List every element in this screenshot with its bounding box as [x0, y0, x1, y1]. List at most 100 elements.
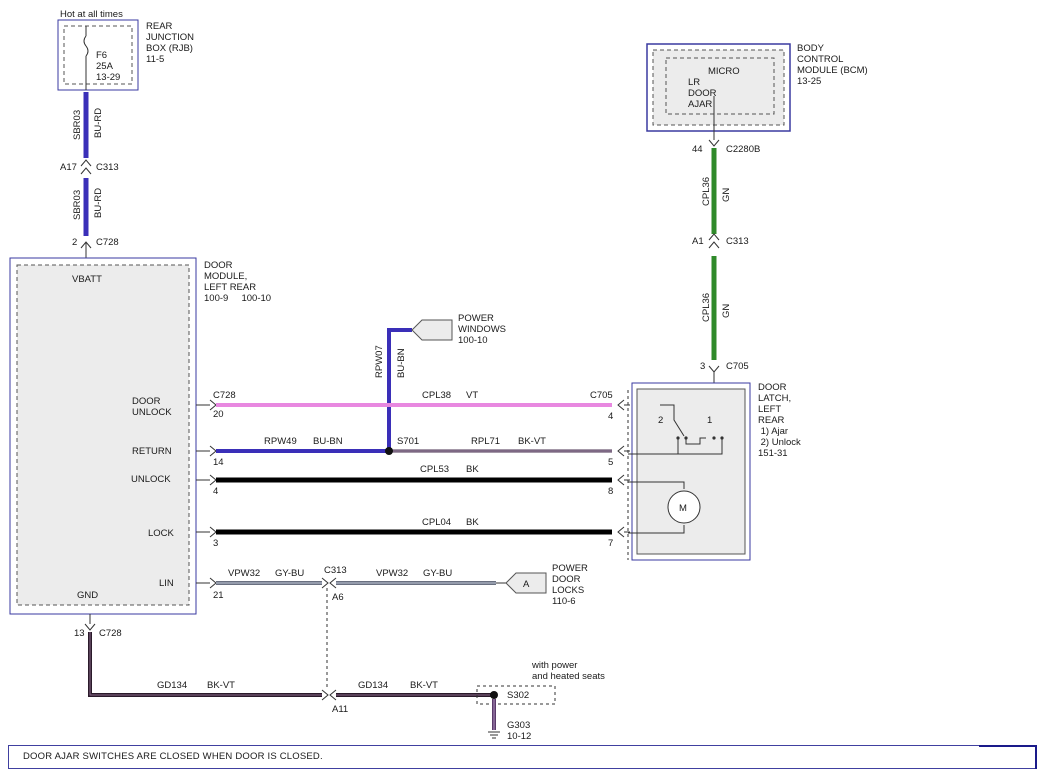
reference-tag-icon	[411, 319, 453, 341]
power-windows-name: 100-10	[458, 335, 488, 346]
ground-symbol-icon	[488, 731, 500, 739]
pin-label: 20	[213, 409, 224, 420]
wire-color-label: BK-VT	[410, 680, 438, 691]
rjb-name-line: JUNCTION	[146, 32, 194, 43]
pin-label: 5	[608, 457, 613, 468]
pin-name: LOCK	[148, 528, 175, 539]
wire-circuit-label: VPW32	[228, 568, 260, 579]
pin-label: 3	[700, 361, 705, 372]
fuse-rating: 25A	[96, 61, 114, 72]
pin-name: UNLOCK	[132, 407, 172, 418]
power-windows-name: WINDOWS	[458, 324, 506, 335]
switch-label: 1	[707, 415, 712, 426]
wire-circuit-label: GD134	[358, 680, 388, 691]
wire-color-label: BK	[466, 464, 479, 475]
door-latch-left-rear: 2 1 M DOOR LATCH, LEFT REAR 1) Ajar 2) U…	[627, 382, 801, 561]
option-note: and heated seats	[532, 671, 605, 682]
pin-label: 2	[72, 237, 77, 248]
wire-return: 14 RPW49 BU-BN S701 RPL71 BK-VT 5	[196, 436, 630, 468]
door-module-name: MODULE,	[204, 271, 247, 282]
connector-label: C313	[324, 565, 347, 576]
connector-chevron-icon	[708, 241, 720, 249]
latch-name: LATCH,	[758, 393, 791, 404]
connector-chevron-icon	[84, 623, 96, 631]
wire-color-label: VT	[466, 390, 478, 401]
fuse-page: 13-29	[96, 72, 120, 83]
gnd-label: GND	[77, 590, 98, 601]
wire-color-label: BK	[466, 517, 479, 528]
latch-name: 151-31	[758, 448, 788, 459]
switch-label: 2	[658, 415, 663, 426]
wire-circuit-label: RPL71	[471, 436, 500, 447]
power-door-locks-name: LOCKS	[552, 585, 584, 596]
connector-chevron-icon	[321, 577, 329, 589]
wiring-diagram: Hot at all times F6 25A 13-29 REAR JUNCT…	[9, 9, 868, 742]
door-module-name: 100-9 100-10	[204, 293, 271, 304]
vbatt-label: VBATT	[72, 274, 102, 285]
power-door-locks-name: DOOR	[552, 574, 581, 585]
bcm-inner-label: AJAR	[688, 99, 712, 110]
wire-circuit-label: RPW49	[264, 436, 297, 447]
wire-color-label: BU-RD	[93, 108, 104, 138]
bcm-name: BODY	[797, 43, 825, 54]
wire-color-label: BU-BN	[396, 348, 407, 378]
pin-label: 13	[74, 628, 85, 639]
latch-name: 2) Unlock	[758, 437, 801, 448]
wire-color-label: GN	[721, 304, 732, 318]
wire-color-label: GY-BU	[423, 568, 452, 579]
door-module-name: LEFT REAR	[204, 282, 256, 293]
connector-chevron-icon	[329, 577, 337, 589]
power-door-locks-name: POWER	[552, 563, 588, 574]
fuse-id: F6	[96, 50, 107, 61]
rear-junction-box: Hot at all times F6 25A 13-29 REAR JUNCT…	[57, 9, 194, 91]
rjb-name-line: REAR	[146, 21, 173, 32]
wire-cpl38: C728 20 CPL38 VT C705 4	[196, 390, 630, 422]
bcm-name: 13-25	[797, 76, 821, 87]
pin-label: 21	[213, 590, 224, 601]
option-note: with power	[531, 660, 577, 671]
bcm-name: MODULE (BCM)	[797, 65, 868, 76]
rjb-name-line: BOX (RJB)	[146, 43, 193, 54]
reference-tag-letter: A	[523, 579, 530, 590]
pin-label: A17	[60, 162, 77, 173]
fuse-icon	[83, 35, 89, 57]
wire-cpl53: 4 CPL53 BK 8	[196, 464, 630, 497]
connector-chevron-icon	[80, 159, 92, 167]
ground-id: G303	[507, 720, 530, 731]
bcm-inner-label: DOOR	[688, 88, 717, 99]
wire-lin-vpw32: A POWER DOOR LOCKS 110-6 21 VPW32 GY-BU …	[196, 563, 588, 690]
pin-label: A11	[332, 704, 348, 715]
splice-label: S302	[507, 690, 529, 701]
splice-s701	[385, 447, 393, 455]
pin-label: 4	[213, 486, 218, 497]
footnote-box: DOOR AJAR SWITCHES ARE CLOSED WHEN DOOR …	[8, 745, 1037, 769]
pin-label: 14	[213, 457, 224, 468]
pin-name: DOOR	[132, 396, 161, 407]
connector-chevron-icon	[329, 689, 337, 701]
connector-chevron-icon	[708, 365, 720, 373]
wire-circuit-label: SBR03	[72, 190, 83, 220]
door-module-left-rear: VBATT GND DOOR UNLOCK RETURN UNLOCK LOCK…	[9, 257, 271, 615]
connector-label: C728	[96, 237, 119, 248]
connector-label: C705	[726, 361, 749, 372]
wire-circuit-label: SBR03	[72, 110, 83, 140]
bcm-inner-label: LR	[688, 77, 700, 88]
connector-chevron-icon	[708, 139, 720, 147]
bcm-inner-label: MICRO	[708, 66, 740, 77]
wire-sbr03: SBR03 BU-RD SBR03 BU-RD A17 C313 2 C728	[60, 92, 119, 258]
wire-cpl04: 3 CPL04 BK 7	[196, 517, 630, 549]
connector-label: C705	[590, 390, 613, 401]
wire-circuit-label: CPL53	[420, 464, 449, 475]
wire-circuit-label: CPL36	[701, 177, 712, 206]
wire-circuit-label: CPL38	[422, 390, 451, 401]
pin-label: 3	[213, 538, 218, 549]
body-control-module: MICRO LR DOOR AJAR BODY CONTROL MODULE (…	[646, 43, 868, 140]
connector-chevron-icon	[321, 689, 329, 701]
wire-color-label: BK-VT	[207, 680, 235, 691]
connector-label: C2280B	[726, 144, 760, 155]
footnote-text: DOOR AJAR SWITCHES ARE CLOSED WHEN DOOR …	[23, 751, 323, 762]
latch-name: LEFT	[758, 404, 781, 415]
latch-name: 1) Ajar	[758, 426, 788, 437]
splice-s302	[490, 691, 498, 699]
pin-label: 7	[608, 538, 613, 549]
